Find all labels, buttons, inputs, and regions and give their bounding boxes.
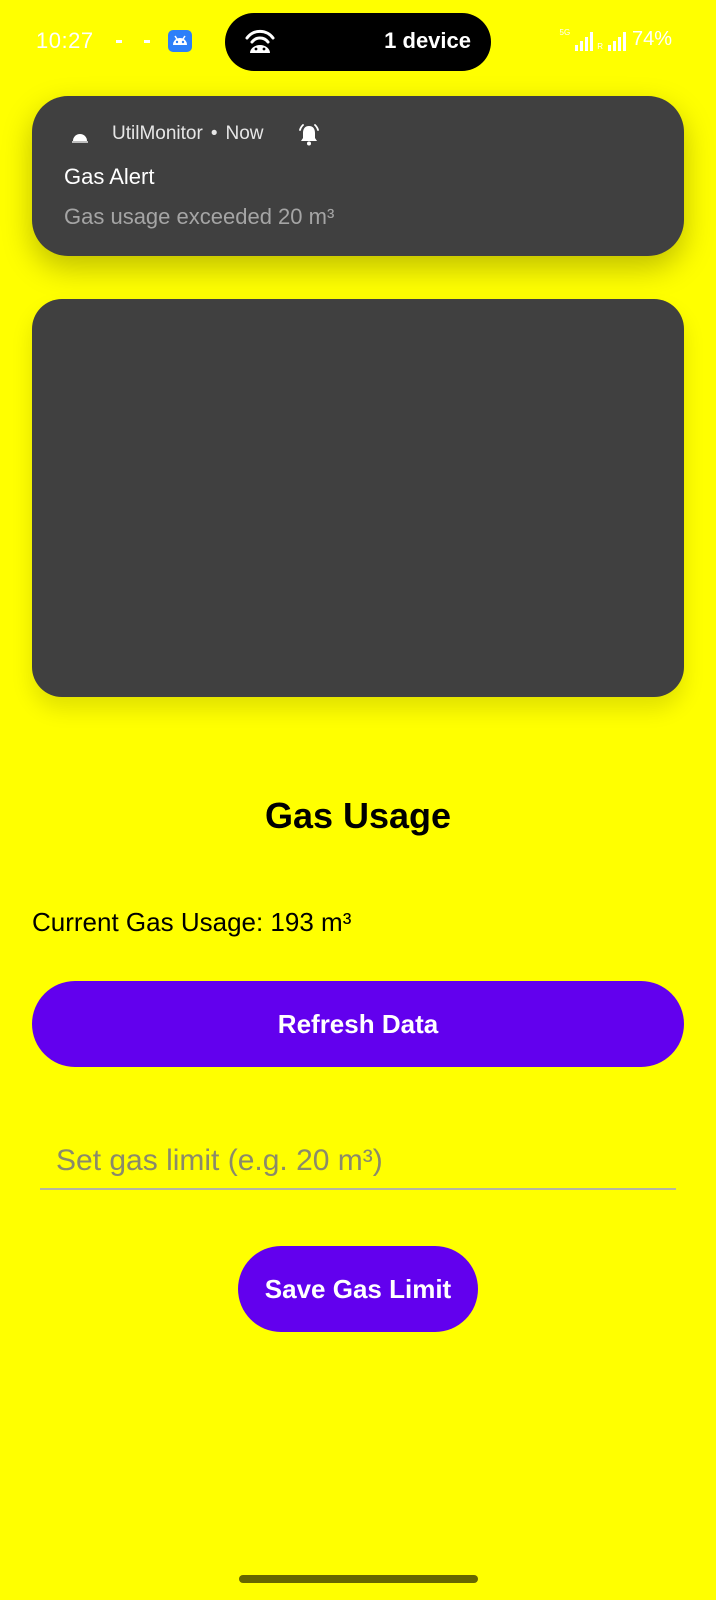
notification-separator: • — [210, 123, 218, 144]
gas-alert-notification[interactable]: UtilMonitor • Now Gas Alert Gas usage exce… — [32, 96, 684, 256]
status-dot-icon — [144, 40, 150, 43]
home-indicator[interactable] — [239, 1575, 478, 1583]
gas-limit-input[interactable] — [40, 1134, 676, 1190]
status-time: 10:27 — [36, 28, 94, 53]
status-bar: 10:27 1 device 5G R 74% — [0, 0, 716, 84]
notification-title: Gas Alert — [64, 164, 155, 189]
refresh-data-button[interactable]: Refresh Data — [32, 981, 684, 1067]
network-type-label: 5G — [559, 28, 571, 37]
app-icon — [70, 128, 90, 148]
wireless-debug-icon — [243, 27, 277, 57]
bell-icon — [296, 122, 322, 148]
dark-panel — [32, 299, 684, 697]
android-icon — [168, 30, 192, 52]
status-dot-icon — [116, 40, 122, 43]
page-title: Gas Usage — [264, 795, 452, 836]
current-usage-text: Current Gas Usage: 193 m³ — [32, 907, 352, 937]
notification-body: Gas usage exceeded 20 m³ — [64, 204, 335, 229]
notification-app-name: UtilMonitor — [112, 123, 203, 144]
sim2-label: R — [597, 42, 603, 51]
save-gas-limit-button[interactable]: Save Gas Limit — [238, 1246, 478, 1332]
notification-header: UtilMonitor • Now — [112, 123, 263, 145]
signal-icon — [575, 31, 594, 51]
notification-time: Now — [225, 123, 264, 144]
device-pill[interactable]: 1 device — [225, 13, 491, 71]
battery-percentage: 74% — [631, 28, 672, 50]
signal-icon — [607, 31, 626, 51]
status-indicators: 5G R 74% — [560, 28, 672, 51]
device-count-label: 1 device — [384, 28, 471, 53]
